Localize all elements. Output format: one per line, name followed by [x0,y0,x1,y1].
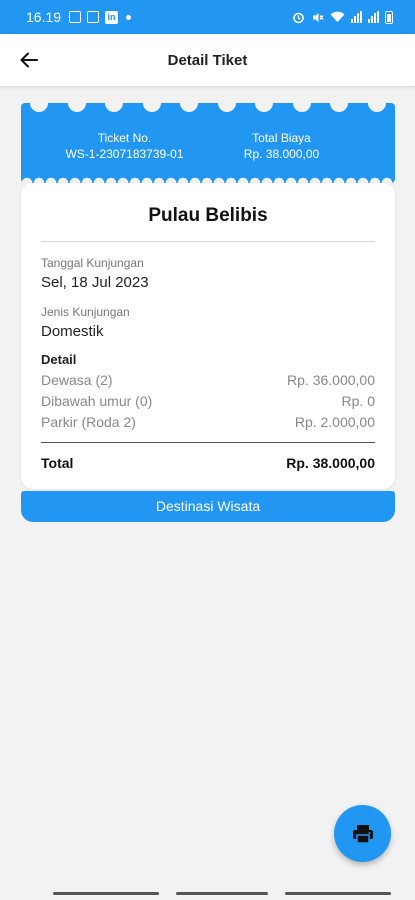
ticket-number: Ticket No. WS-1-2307183739-01 [21,130,198,162]
detail-item-amount: Rp. 0 [341,393,375,409]
system-nav-bar [0,886,415,900]
image-icon [69,11,82,23]
visit-type-value: Domestik [41,323,104,340]
signal-icon [351,11,362,23]
print-icon [352,824,373,844]
status-bar: 16.19 in [0,0,415,34]
notification-icons: in [69,10,132,24]
battery-icon [385,10,393,24]
detail-row-adult: Dewasa (2) Rp. 36.000,00 [41,371,375,389]
alarm-icon [293,12,304,23]
wifi-icon [330,11,345,22]
arrow-left-icon [20,52,38,68]
system-icons [292,10,393,24]
ticket-header: Ticket No. WS-1-2307183739-01 Total Biay… [21,103,395,183]
page-title: Detail Tiket [167,51,248,69]
nav-home[interactable] [176,892,268,895]
total-label: Total [41,455,74,471]
total-divider [41,442,375,443]
destination-button[interactable]: Destinasi Wisata [21,491,395,522]
ticket-total-label: Total Biaya [252,131,311,145]
back-button[interactable] [14,46,44,74]
ticket-number-label: Ticket No. [97,131,152,145]
detail-item-amount: Rp. 36.000,00 [287,372,375,388]
nav-recents[interactable] [53,892,159,895]
visit-date-label: Tanggal Kunjungan [41,256,144,270]
ticket-detail-card: Pulau Belibis Tanggal Kunjungan Sel, 18 … [21,183,395,489]
signal-icon [368,11,379,23]
print-button[interactable] [334,805,391,862]
detail-row-parking: Parkir (Roda 2) Rp. 2.000,00 [41,413,375,431]
ticket-perforation [21,103,395,112]
ticket-number-value: WS-1-2307183739-01 [65,147,184,161]
visit-type-label: Jenis Kunjungan [41,305,130,319]
briefcase-icon [87,11,100,23]
app-bar: Detail Tiket [0,34,415,86]
dot-icon [126,14,132,20]
detail-title: Detail [41,352,77,367]
status-time: 16.19 [26,9,62,25]
nav-back[interactable] [285,892,391,895]
destination-name: Pulau Belibis [148,205,268,226]
mute-icon [313,12,324,22]
total-value: Rp. 38.000,00 [286,455,375,471]
ticket-total: Total Biaya Rp. 38.000,00 [198,130,395,162]
detail-item-amount: Rp. 2.000,00 [294,414,375,430]
total-row: Total Rp. 38.000,00 [41,455,375,471]
divider [41,241,375,242]
ticket-total-value: Rp. 38.000,00 [243,147,320,161]
linkedin-icon: in [105,10,119,24]
detail-row-minor: Dibawah umur (0) Rp. 0 [41,392,375,410]
detail-item-name: Dewasa (2) [41,372,113,388]
detail-item-name: Dibawah umur (0) [41,393,153,409]
detail-list: Dewasa (2) Rp. 36.000,00 Dibawah umur (0… [41,371,375,431]
detail-item-name: Parkir (Roda 2) [41,414,136,430]
visit-date-value: Sel, 18 Jul 2023 [41,274,149,291]
